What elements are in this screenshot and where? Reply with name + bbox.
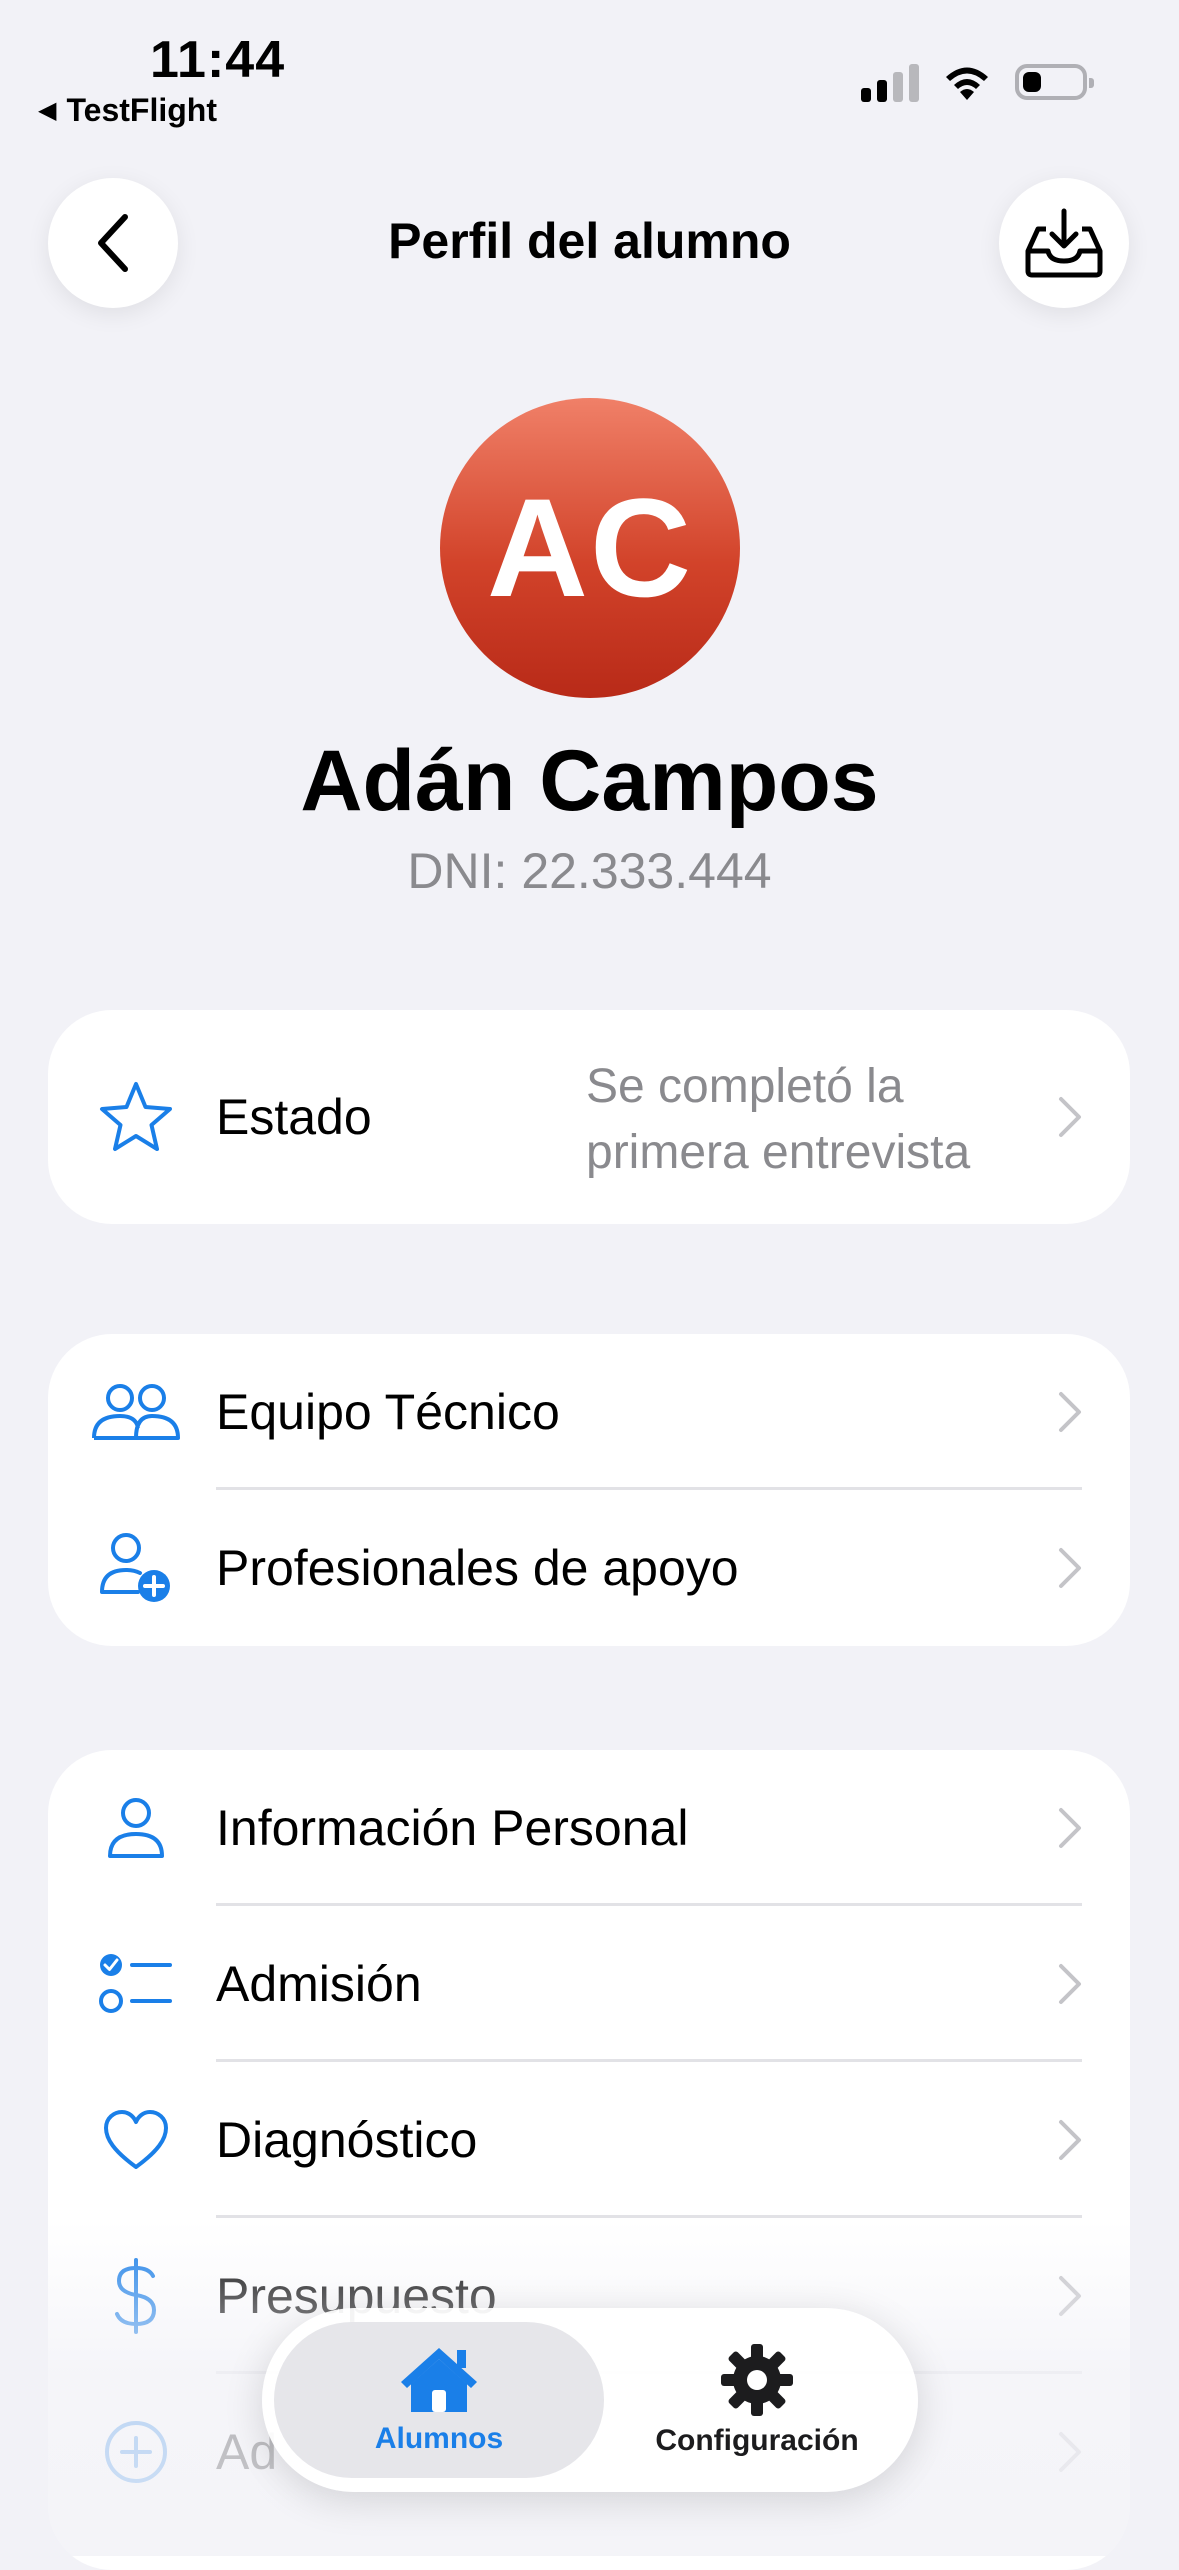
tab-label: Alumnos [374, 2422, 504, 2455]
wifi-icon [946, 67, 988, 100]
dollar-icon [90, 2250, 182, 2342]
tab-configuracion[interactable]: Configuración [592, 2322, 922, 2478]
chevron-right-icon [1050, 2268, 1090, 2324]
avatar-initials: AC [486, 469, 694, 626]
estado-row[interactable]: Estado Se completó la primera entrevista [48, 1010, 1130, 1224]
list-item-admision[interactable]: Admisión [48, 1906, 1130, 2062]
chevron-right-icon [1050, 1956, 1090, 2012]
chevron-right-icon [1050, 1384, 1090, 1440]
tab-label: Configuración [655, 2424, 859, 2457]
team-card: Equipo Técnico Profesionales de apoyo [48, 1334, 1130, 1646]
gear-icon [721, 2344, 793, 2416]
list-item-label: Información Personal [216, 1800, 689, 1856]
plus-circle-icon [90, 2406, 182, 2498]
heart-icon [90, 2094, 182, 2186]
people-icon [90, 1366, 182, 1458]
person-icon [90, 1782, 182, 1874]
list-item-label: Diagnóstico [216, 2112, 478, 2168]
chevron-right-icon [1050, 1540, 1090, 1596]
tab-bar: Alumnos Configuración [262, 2308, 918, 2492]
status-time: 11:44 [150, 31, 286, 89]
back-triangle-icon: ◀ [38, 97, 57, 124]
estado-value: Se completó la primera entrevista [586, 1060, 971, 1179]
list-item-label: Equipo Técnico [216, 1384, 560, 1440]
list-item-label: Profesionales de apoyo [216, 1540, 739, 1596]
student-dni: DNI: 22.333.444 [407, 843, 772, 899]
list-item-label: Admisión [216, 1956, 422, 2012]
status-icons [861, 62, 1094, 102]
chevron-right-icon [1050, 1800, 1090, 1856]
list-item-diagnostico[interactable]: Diagnóstico [48, 2062, 1130, 2218]
chevron-right-icon [1050, 2112, 1090, 2168]
list-item-informacion-personal[interactable]: Información Personal [48, 1750, 1130, 1906]
list-item-profesionales-de-apoyo[interactable]: Profesionales de apoyo [48, 1490, 1130, 1646]
tab-alumnos[interactable]: Alumnos [274, 2322, 604, 2478]
student-name: Adán Campos [300, 733, 879, 829]
inbox-download-icon [1025, 208, 1103, 278]
avatar: AC [440, 398, 740, 698]
house-icon [401, 2348, 477, 2412]
chevron-right-icon [1050, 1089, 1090, 1145]
person-add-icon [90, 1522, 182, 1614]
cellular-signal-icon [861, 62, 919, 102]
chevron-right-icon [1050, 2424, 1090, 2480]
status-back-to-app[interactable]: ◀ TestFlight [38, 92, 217, 129]
checklist-icon [90, 1938, 182, 2030]
status-back-label: TestFlight [66, 92, 217, 128]
list-item-equipo-tecnico[interactable]: Equipo Técnico [48, 1334, 1130, 1490]
battery-icon [1015, 64, 1094, 100]
star-icon [90, 1071, 182, 1163]
download-inbox-button[interactable] [999, 178, 1129, 308]
estado-card: Estado Se completó la primera entrevista [48, 1010, 1130, 1224]
estado-label: Estado [216, 1089, 372, 1145]
